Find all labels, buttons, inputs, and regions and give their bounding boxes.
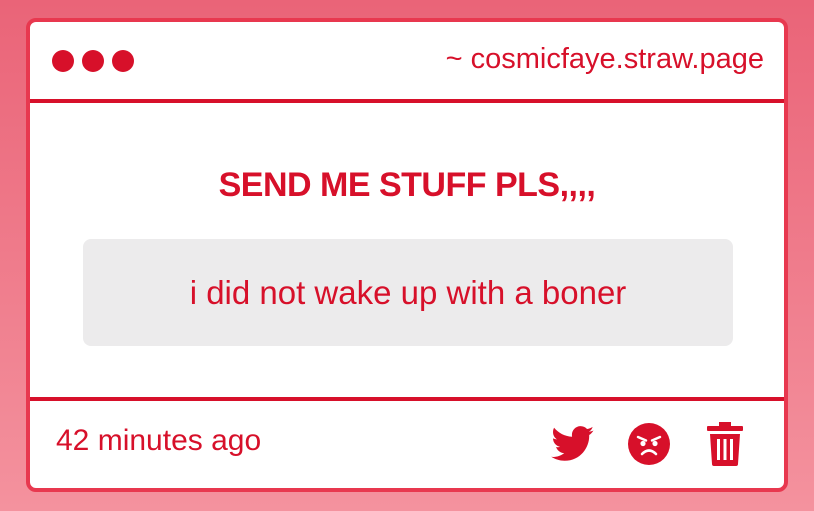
window-dot-icon [112,50,134,72]
message-text: i did not wake up with a boner [189,273,627,311]
window-titlebar: ~ cosmicfaye.straw.page [30,22,784,103]
window-dot-icon [52,50,74,72]
window-controls [52,50,134,72]
card-body: SEND ME STUFF PLS,,,, i did not wake up … [30,103,784,397]
action-bar [550,421,748,467]
card-footer: 42 minutes ago [30,397,784,488]
prompt-heading: SEND ME STUFF PLS,,,, [218,166,596,204]
trash-icon[interactable] [702,421,748,467]
message-box: i did not wake up with a boner [83,239,733,346]
angry-face-icon[interactable] [626,421,672,467]
page-url[interactable]: ~ cosmicfaye.straw.page [446,43,764,76]
timestamp: 42 minutes ago [56,424,262,457]
message-card: ~ cosmicfaye.straw.page SEND ME STUFF PL… [26,18,788,492]
window-dot-icon [82,50,104,72]
twitter-icon[interactable] [550,421,596,467]
